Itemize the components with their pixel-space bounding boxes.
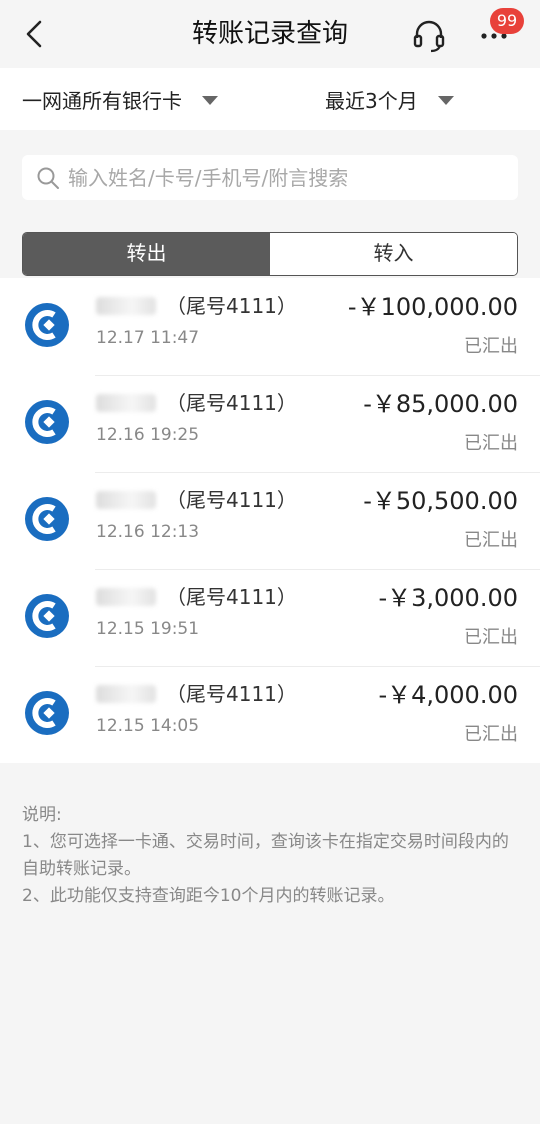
transaction-amount: -￥100,000.00: [347, 293, 518, 321]
payee-name: （尾号4111）: [96, 583, 297, 611]
notification-badge: 99: [490, 8, 524, 34]
period-filter-dropdown[interactable]: 最近3个月: [325, 68, 454, 130]
transaction-amount: -￥3,000.00: [378, 584, 518, 612]
transaction-row[interactable]: （尾号4111） 12.15 19:51 -￥3,000.00 已汇出: [0, 569, 540, 666]
card-filter-dropdown[interactable]: 一网通所有银行卡: [22, 68, 218, 130]
transaction-amount: -￥85,000.00: [363, 390, 518, 418]
page-title: 转账记录查询: [191, 19, 348, 49]
notes-section: 说明: 1、您可选择一卡通、交易时间，查询该卡在指定交易时间段内的自助转账记录。…: [22, 802, 522, 910]
transaction-status: 已汇出: [464, 336, 518, 357]
transaction-date: 12.16 19:25: [96, 425, 200, 445]
bank-logo-icon: [25, 400, 69, 444]
transaction-amount: -￥4,000.00: [378, 681, 518, 709]
transaction-row[interactable]: （尾号4111） 12.16 12:13 -￥50,500.00 已汇出: [0, 472, 540, 569]
filter-bar: 一网通所有银行卡 最近3个月: [0, 68, 540, 130]
masked-name: [96, 394, 156, 412]
transaction-date: 12.15 14:05: [96, 716, 200, 736]
tab-transfer-out[interactable]: 转出: [23, 233, 270, 275]
card-filter-label: 一网通所有银行卡: [22, 88, 182, 113]
headset-icon: [413, 20, 445, 53]
bank-logo-icon: [25, 303, 69, 347]
bank-logo-icon: [25, 594, 69, 638]
transaction-row[interactable]: （尾号4111） 12.16 19:25 -￥85,000.00 已汇出: [0, 375, 540, 472]
notes-heading: 说明:: [22, 805, 62, 825]
bank-logo-icon: [25, 691, 69, 735]
transaction-row[interactable]: （尾号4111） 12.15 14:05 -￥4,000.00 已汇出: [0, 666, 540, 763]
period-filter-label: 最近3个月: [325, 88, 418, 113]
payee-name: （尾号4111）: [96, 389, 297, 417]
masked-name: [96, 297, 156, 315]
search-input[interactable]: [68, 165, 508, 190]
customer-service-button[interactable]: [410, 16, 448, 54]
transaction-row[interactable]: （尾号4111） 12.17 11:47 -￥100,000.00 已汇出: [0, 278, 540, 375]
search-icon: [37, 167, 59, 189]
transaction-status: 已汇出: [464, 433, 518, 454]
transaction-status: 已汇出: [464, 724, 518, 745]
transaction-status: 已汇出: [464, 530, 518, 551]
transaction-date: 12.17 11:47: [96, 328, 200, 348]
search-bar[interactable]: [22, 155, 518, 200]
transaction-amount: -￥50,500.00: [363, 487, 518, 515]
dropdown-arrow-icon: [437, 96, 454, 105]
tab-transfer-in[interactable]: 转入: [270, 233, 517, 275]
notes-line-1: 1、您可选择一卡通、交易时间，查询该卡在指定交易时间段内的自助转账记录。: [22, 832, 509, 879]
transaction-list: （尾号4111） 12.17 11:47 -￥100,000.00 已汇出 （尾…: [0, 278, 540, 763]
payee-name: （尾号4111）: [96, 292, 297, 320]
notes-line-2: 2、此功能仅支持查询距今10个月内的转账记录。: [22, 886, 395, 906]
dropdown-arrow-icon: [202, 96, 218, 105]
payee-name: （尾号4111）: [96, 680, 297, 708]
masked-name: [96, 588, 156, 606]
top-nav-bar: 转账记录查询 99: [0, 0, 540, 68]
masked-name: [96, 491, 156, 509]
transaction-date: 12.16 12:13: [96, 522, 200, 542]
masked-name: [96, 685, 156, 703]
payee-name: （尾号4111）: [96, 486, 297, 514]
transaction-status: 已汇出: [464, 627, 518, 648]
direction-tabs: 转出 转入: [22, 232, 518, 276]
transaction-date: 12.15 19:51: [96, 619, 200, 639]
bank-logo-icon: [25, 497, 69, 541]
